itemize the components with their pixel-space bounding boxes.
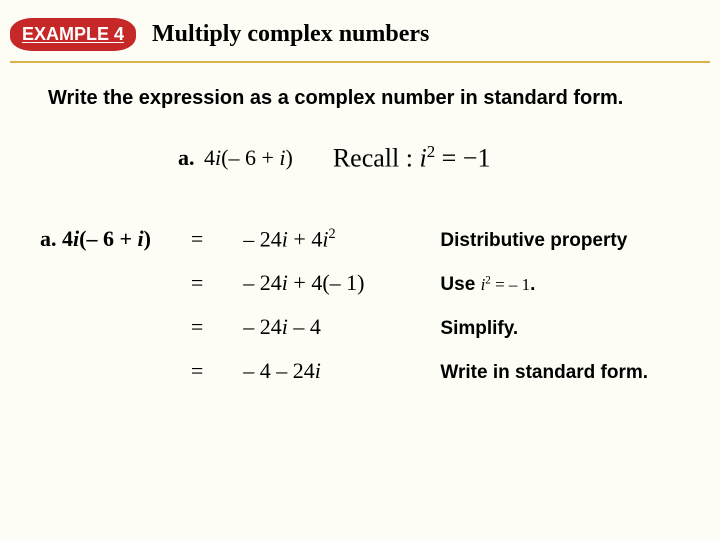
eq-sign: = <box>191 358 235 384</box>
recall-text: = −1 <box>435 144 490 173</box>
eq-sign: = <box>191 226 235 252</box>
work-steps: a. 4i(– 6 + i) = – 24i + 4i2 Distributiv… <box>40 226 680 384</box>
problem-a: a. 4i(– 6 + i) <box>178 145 293 171</box>
recall-var: i <box>419 144 426 173</box>
instruction-text: Write the expression as a complex number… <box>48 85 680 112</box>
recall-note: Recall : i2 = −1 <box>333 142 491 174</box>
rhs-step-1: – 24i + 4i2 <box>243 226 396 252</box>
rhs-part: – 24 <box>243 226 282 251</box>
eq-sign: = <box>191 314 235 340</box>
rhs-sup: 2 <box>328 226 335 242</box>
lhs-label: a. <box>40 226 57 251</box>
rhs-part: – 24 <box>243 314 282 339</box>
eq-sign: = <box>191 270 235 296</box>
lhs-part: ) <box>144 226 151 251</box>
header: EXAMPLE 4 Multiply complex numbers <box>0 0 720 59</box>
rhs-part: – 4 <box>288 314 321 339</box>
rhs-part: – 24 <box>243 270 282 295</box>
reason-step-2: Use i2 = – 1. <box>404 274 680 296</box>
rhs-step-2: – 24i + 4(– 1) <box>243 270 396 296</box>
reason-step-3: Simplify. <box>404 318 680 340</box>
rhs-step-3: – 24i – 4 <box>243 314 396 340</box>
expr-part: 4 <box>199 145 216 170</box>
content: Write the expression as a complex number… <box>0 63 720 384</box>
rhs-part: – 4 – 24 <box>243 358 315 383</box>
expr-part: (– 6 + <box>221 145 279 170</box>
recall-text: Recall : <box>333 144 420 173</box>
lhs-part: 4 <box>57 226 74 251</box>
page-title: Multiply complex numbers <box>152 21 429 48</box>
rhs-part: + 4(– 1) <box>288 270 365 295</box>
rhs-step-4: – 4 – 24i <box>243 358 396 384</box>
rhs-var: i <box>315 358 321 383</box>
recall-sup: 2 <box>427 142 435 161</box>
work-lhs: a. 4i(– 6 + i) <box>40 226 183 252</box>
reason-rest: = – 1 <box>491 275 530 294</box>
problem-label: a. <box>178 145 195 170</box>
problem-row: a. 4i(– 6 + i) Recall : i2 = −1 <box>178 142 680 174</box>
reason-pre: Use <box>440 274 480 295</box>
reason-step-1: Distributive property <box>404 230 680 252</box>
lhs-part: (– 6 + <box>79 226 137 251</box>
expr-part: ) <box>285 145 292 170</box>
reason-step-4: Write in standard form. <box>404 362 680 384</box>
reason-post: . <box>530 274 535 295</box>
example-badge: EXAMPLE 4 <box>10 18 136 51</box>
rhs-part: + 4 <box>288 226 322 251</box>
